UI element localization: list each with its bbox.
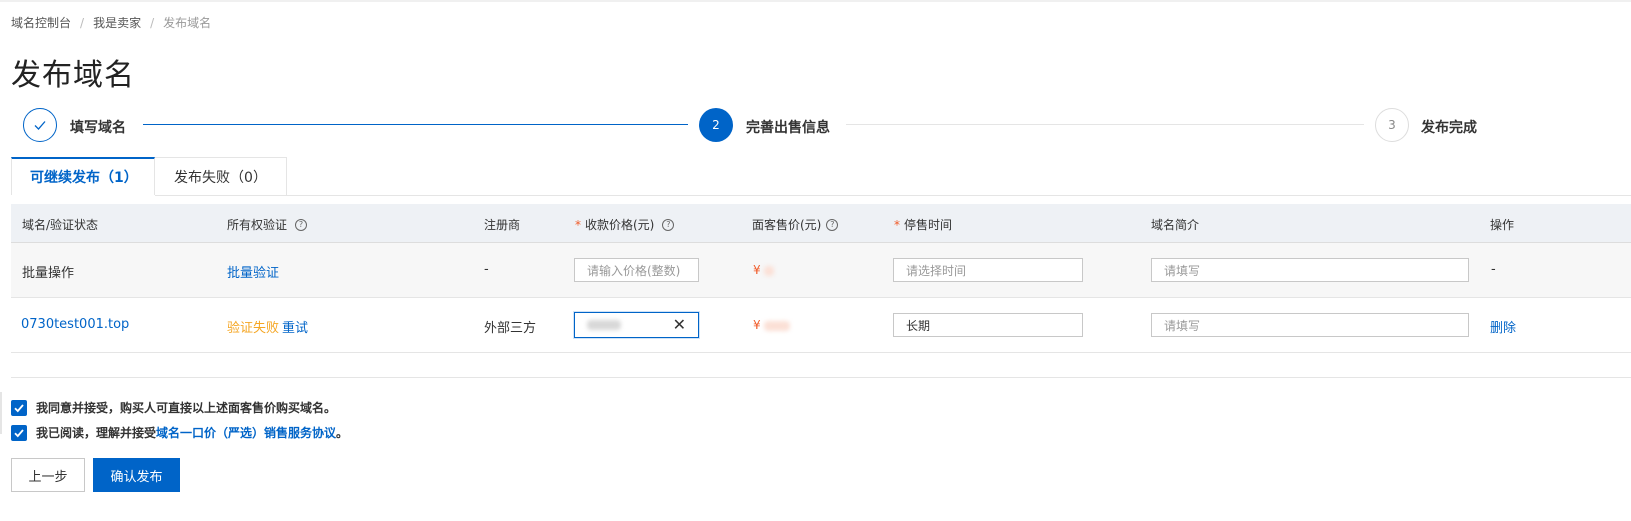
tab-bar: 可继续发布（1） 发布失败（0） [11,157,287,195]
stop-time-value: 长期 [906,318,931,333]
header-sale-price-text: 面客售价(元) [752,218,822,232]
header-registrar: 注册商 [484,216,520,233]
domain-name-link[interactable]: 0730test001.top [21,317,129,332]
header-ownership-text: 所有权验证 [227,218,288,232]
header-stop-time: * 停售时间 [894,216,952,233]
agreement-service-terms-prefix: 我已阅读，理解并接受 [36,426,157,440]
verify-status: 验证失败 [227,321,280,336]
step-3-label: 发布完成 [1421,120,1477,136]
step-2-label: 完善出售信息 [746,120,830,136]
confirm-publish-button[interactable]: 确认发布 [93,458,180,492]
header-ownership: 所有权验证 ? [227,216,308,233]
header-sale-price: 面客售价(元) ? [752,216,839,233]
header-price: * 收款价格(元) ? [575,216,675,233]
batch-sale-price-blurred [763,265,774,276]
breadcrumb: 域名控制台 / 我是卖家 / 发布域名 [11,14,211,31]
side-mark [0,392,2,434]
price-input[interactable]: ✕ [574,312,699,338]
batch-price-input[interactable]: 请输入价格(整数) [574,258,699,282]
batch-intro-input[interactable]: 请填写 [1151,258,1469,282]
batch-stop-time-placeholder: 请选择时间 [906,263,967,278]
batch-label: 批量操作 [22,266,75,281]
header-price-text: 收款价格(元) [585,218,655,232]
table-row-batch: 批量操作 批量验证 - 请输入价格(整数) ¥ 请选择时间 请填写 - [11,243,1631,298]
batch-actions: - [1491,262,1496,277]
agreement-accept-price-text: 我同意并接受，购买人可直接以上述面客售价购买域名。 [36,401,337,415]
step-connector-1 [143,124,688,125]
header-stop-time-text: 停售时间 [904,218,953,232]
registrar: 外部三方 [484,321,537,336]
agreement-service-terms-suffix: 。 [336,426,349,440]
header-actions: 操作 [1490,216,1514,233]
service-agreement-link[interactable]: 域名一口价（严选）销售服务协议 [156,424,336,441]
checkbox-checked[interactable] [11,399,27,416]
stop-time-picker[interactable]: 长期 [893,313,1083,337]
batch-price-placeholder: 请输入价格(整数) [587,263,681,278]
batch-sale-price-currency: ¥ [753,263,761,277]
header-registrar-text: 注册商 [484,218,521,232]
sale-price-blurred [763,320,790,331]
breadcrumb-separator: / [80,15,85,30]
batch-intro-placeholder: 请填写 [1164,263,1201,278]
tab-publish-failed[interactable]: 发布失败（0） [155,157,287,195]
batch-stop-time-picker[interactable]: 请选择时间 [893,258,1083,282]
sale-price-currency: ¥ [753,318,761,332]
intro-input[interactable]: 请填写 [1151,313,1469,337]
close-icon[interactable]: ✕ [673,317,686,333]
question-circle-icon[interactable]: ? [826,218,839,231]
breadcrumb-current: 发布域名 [163,16,212,30]
retry-link[interactable]: 重试 [282,317,308,336]
delete-link[interactable]: 删除 [1490,317,1516,336]
batch-verify-link[interactable]: 批量验证 [227,262,279,281]
question-circle-icon[interactable]: ? [662,218,675,231]
header-actions-text: 操作 [1490,218,1515,232]
top-border [0,0,1631,2]
step-3-indicator: 3 [1375,108,1409,142]
table-row: 0730test001.top 验证失败 重试 外部三方 ✕ ¥ 长期 请填写 … [11,298,1631,353]
checkmark-icon [14,403,24,412]
header-domain-text: 域名/验证状态 [22,218,99,232]
required-asterisk: * [894,217,900,232]
step-connector-2 [846,124,1364,125]
header-intro-text: 域名简介 [1151,218,1200,232]
section-divider [11,377,1631,378]
step-1-check-icon [23,108,57,142]
header-domain: 域名/验证状态 [22,216,98,233]
step-1-label: 填写域名 [70,120,126,136]
checkbox-checked[interactable] [11,424,27,441]
checkmark-icon [14,428,24,437]
prev-step-button[interactable]: 上一步 [11,458,85,492]
sale-price: ¥ [753,318,790,332]
breadcrumb-separator: / [150,15,155,30]
agreement-service-terms[interactable]: 我已阅读，理解并接受 域名一口价（严选）销售服务协议。 [11,424,348,441]
breadcrumb-item-seller[interactable]: 我是卖家 [93,14,141,31]
price-value-blurred [587,320,621,330]
table-header: 域名/验证状态 所有权验证 ? 注册商 * 收款价格(元) ? 面客售价(元) … [11,204,1631,243]
breadcrumb-item-console[interactable]: 域名控制台 [11,14,71,31]
batch-registrar: - [484,262,489,277]
intro-placeholder: 请填写 [1164,318,1201,333]
question-circle-icon[interactable]: ? [295,218,308,231]
tab-continue-publish[interactable]: 可继续发布（1） [11,157,155,195]
page-title: 发布域名 [11,58,135,93]
header-intro: 域名简介 [1151,216,1199,233]
required-asterisk: * [575,217,581,232]
batch-sale-price: ¥ [753,263,774,277]
step-2-indicator: 2 [699,108,733,142]
agreement-accept-price[interactable]: 我同意并接受，购买人可直接以上述面客售价购买域名。 [11,399,336,416]
tabs-divider [155,195,1631,196]
